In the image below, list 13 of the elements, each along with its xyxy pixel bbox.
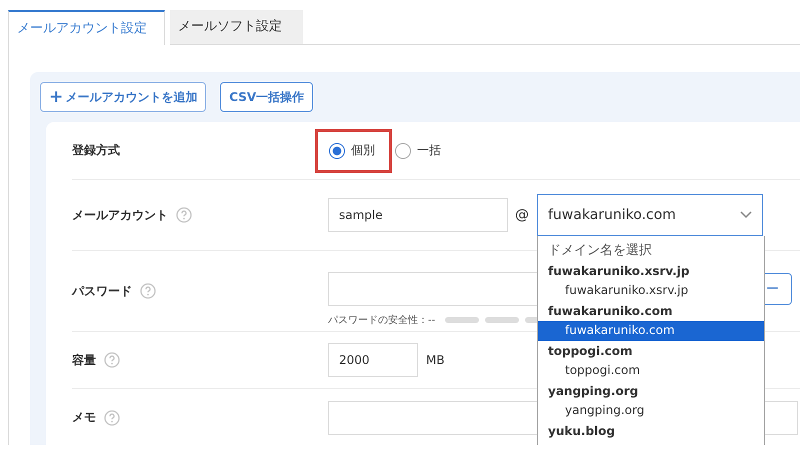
option-group-label: fuwakaruniko.com — [547, 303, 674, 320]
strength-label: パスワードの安全性：-- — [328, 314, 436, 326]
at-sign: @ — [515, 207, 529, 223]
option-group-label: yangping.org — [547, 383, 640, 400]
field-label: 容量 — [72, 352, 96, 368]
option-group-label: fuwakaruniko.xsrv.jp — [547, 263, 691, 280]
unit-label: MB — [426, 353, 445, 367]
field-label: 登録方式 — [72, 142, 120, 159]
field-label: メールアカウント — [72, 206, 168, 224]
field-label: パスワード — [72, 282, 132, 300]
field-label: メモ — [72, 409, 96, 426]
option-group-label: toppogi.com — [547, 343, 634, 360]
option-group-label: yuku.blog — [547, 423, 616, 440]
